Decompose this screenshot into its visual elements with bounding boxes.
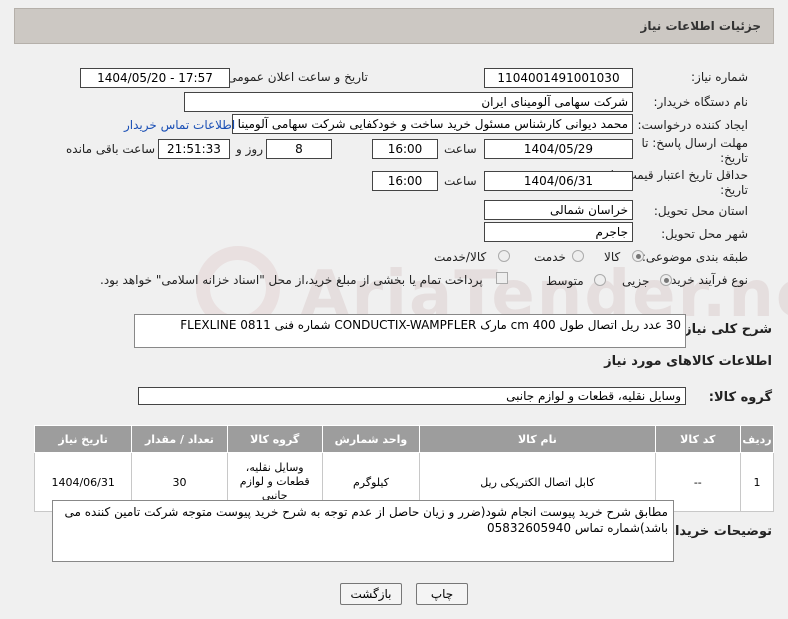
deadline-label: مهلت ارسال پاسخ: تا تاریخ: [641, 136, 748, 165]
col-row: ردیف [739, 425, 775, 453]
description-textarea[interactable]: 30 عدد ریل اتصال طول 400 cm مارک CONDUCT… [134, 314, 686, 348]
treasury-payment-checkbox[interactable] [496, 272, 508, 284]
buyer-org-label: نام دستگاه خریدار: [653, 95, 749, 109]
need-number-label: شماره نیاز: [691, 70, 748, 84]
purchase-radio-minor[interactable] [660, 274, 672, 286]
category-option-service: خدمت [534, 250, 566, 264]
announce-label: تاریخ و ساعت اعلان عمومی: [223, 70, 368, 84]
col-name: نام کالا [419, 425, 656, 453]
col-code: کد کالا [654, 425, 741, 453]
deadline-time-field: 16:00 [372, 139, 438, 159]
print-button[interactable]: چاپ [416, 583, 468, 605]
deadline-date-field: 1404/05/29 [484, 139, 633, 159]
city-field: جاجرم [484, 222, 633, 242]
days-field: 8 [266, 139, 332, 159]
deadline-time-label: ساعت [444, 142, 477, 156]
description-label: شرح کلی نیاز: [678, 322, 772, 337]
col-unit: واحد شمارش [321, 425, 421, 453]
back-button[interactable]: بازگشت [340, 583, 402, 605]
days-label: روز و [236, 142, 263, 156]
col-qty: تعداد / مقدار [131, 425, 228, 453]
category-option-goods: کالا [604, 250, 621, 264]
goods-group-label: گروه کالا: [708, 390, 772, 405]
remaining-label: ساعت باقی مانده [66, 142, 156, 156]
validity-time-label: ساعت [444, 174, 477, 188]
cell-row: 1 [739, 452, 775, 512]
buyer-notes-textarea[interactable]: مطابق شرح خرید پیوست انجام شود(ضرر و زیا… [52, 500, 674, 562]
col-date: تاریخ نیاز [33, 425, 133, 453]
category-radio-both[interactable] [498, 250, 510, 262]
col-group: گروه کالا [226, 425, 323, 453]
buyer-org-field: شرکت سهامی آلومینای ایران [184, 92, 633, 112]
page-title: جزئیات اطلاعات نیاز [14, 8, 774, 44]
purchase-option-minor: جزیی [622, 274, 650, 288]
goods-section-title: اطلاعات کالاهای مورد نیاز [604, 354, 772, 369]
payment-note: پرداخت تمام یا بخشی از مبلغ خرید،از محل … [100, 273, 483, 287]
announce-field: 1404/05/20 - 17:57 [80, 68, 230, 88]
creator-field: محمد دیوانی کارشناس مسئول خرید ساخت و خو… [232, 114, 633, 134]
goods-table: ردیف کد کالا نام کالا واحد شمارش گروه کا… [33, 425, 775, 512]
creator-label: ایجاد کننده درخواست: [637, 118, 748, 132]
buyer-notes-label: توضیحات خریدار: [662, 524, 772, 539]
validity-date-field: 1404/06/31 [484, 171, 633, 191]
category-radio-service[interactable] [572, 250, 584, 262]
province-label: استان محل تحویل: [653, 204, 748, 218]
province-field: خراسان شمالی [484, 200, 633, 220]
validity-time-field: 16:00 [372, 171, 438, 191]
goods-group-field: وسایل نقلیه، قطعات و لوازم جانبی [138, 387, 686, 405]
purchase-type-label: نوع فرآیند خرید : [663, 273, 748, 287]
category-label: طبقه بندی موضوعی: [641, 250, 748, 264]
goods-table-header: ردیف کد کالا نام کالا واحد شمارش گروه کا… [33, 425, 775, 453]
contact-info-link[interactable]: اطلاعات تماس خریدار [124, 118, 235, 132]
remaining-time-field: 21:51:33 [158, 139, 230, 159]
purchase-radio-medium[interactable] [594, 274, 606, 286]
city-label: شهر محل تحویل: [661, 227, 748, 241]
category-radio-goods[interactable] [632, 250, 644, 262]
category-option-both: کالا/خدمت [434, 250, 487, 264]
need-number-field: 1104001491001030 [484, 68, 633, 88]
purchase-option-medium: متوسط [546, 274, 584, 288]
